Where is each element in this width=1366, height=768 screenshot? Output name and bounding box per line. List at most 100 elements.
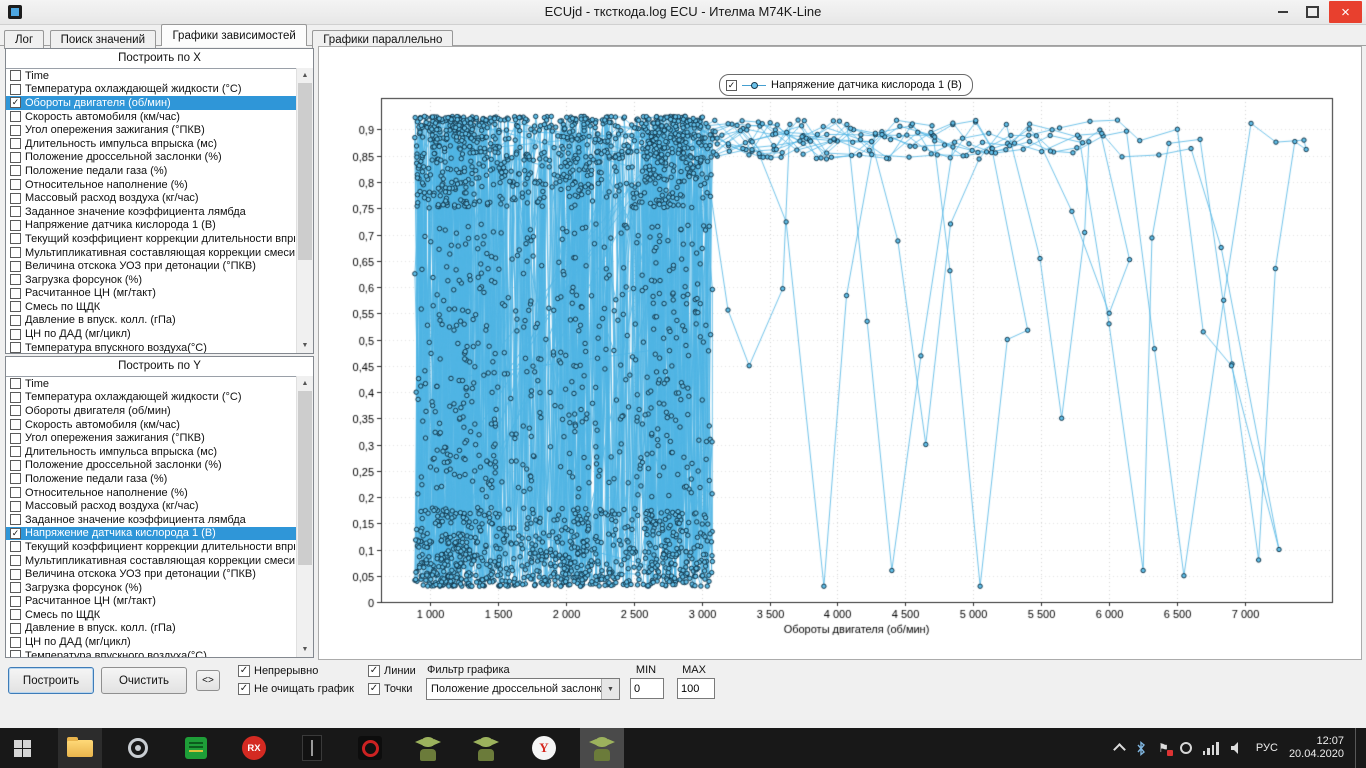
defender-flag-icon[interactable]: ⚑ <box>1158 742 1169 754</box>
build-button[interactable]: Построить <box>8 667 94 694</box>
param-row[interactable]: Температура охлаждающей жидкости (°C) <box>6 83 313 97</box>
clock[interactable]: 12:07 20.04.2020 <box>1289 735 1344 761</box>
network-signal-icon[interactable] <box>1203 741 1219 755</box>
param-row[interactable]: ✓Обороты двигателя (об/мин) <box>6 96 313 110</box>
checkbox-icon[interactable]: ✓ <box>368 683 380 695</box>
param-row[interactable]: Скорость автомобиля (км/час) <box>6 418 313 432</box>
param-row[interactable]: ЦН по ДАД (мг/цикл) <box>6 635 313 649</box>
param-row[interactable]: Заданное значение коэффициента лямбда <box>6 513 313 527</box>
param-checkbox[interactable] <box>10 193 21 204</box>
checkbox-icon[interactable]: ✓ <box>368 665 380 677</box>
y-list-scrollbar[interactable]: ▲ ▼ <box>296 376 313 657</box>
clear-button[interactable]: Очистить <box>101 667 187 694</box>
param-checkbox[interactable] <box>10 487 21 498</box>
scroll-thumb[interactable] <box>298 83 312 260</box>
param-row[interactable]: Текущий коэффициент коррекции длительнос… <box>6 540 313 554</box>
param-row[interactable]: Положение дроссельной заслонки (%) <box>6 459 313 473</box>
param-row[interactable]: ЦН по ДАД (мг/цикл) <box>6 327 313 341</box>
param-row[interactable]: Длительность импульса впрыска (мс) <box>6 445 313 459</box>
param-checkbox[interactable] <box>10 433 21 444</box>
chart-canvas[interactable] <box>319 47 1361 659</box>
taskbar-item-rx[interactable]: RX <box>232 728 276 768</box>
param-checkbox[interactable] <box>10 233 21 244</box>
bluetooth-icon[interactable] <box>1135 741 1147 756</box>
language-indicator[interactable]: РУС <box>1256 742 1278 754</box>
param-row[interactable]: Расчитанное ЦН (мг/такт) <box>6 595 313 609</box>
volume-icon[interactable] <box>1230 741 1245 755</box>
param-row[interactable]: Расчитанное ЦН (мг/такт) <box>6 287 313 301</box>
checkbox-lines[interactable]: ✓ Линии <box>368 665 416 677</box>
param-row[interactable]: Температура впускного воздуха(°C) <box>6 341 313 353</box>
param-checkbox[interactable] <box>10 582 21 593</box>
taskbar-item-explorer[interactable] <box>58 728 102 768</box>
param-checkbox[interactable] <box>10 650 21 657</box>
param-checkbox[interactable] <box>10 70 21 81</box>
sync-icon[interactable] <box>1180 742 1192 754</box>
param-checkbox[interactable] <box>10 623 21 634</box>
scroll-thumb[interactable] <box>298 391 312 565</box>
param-row[interactable]: Давление в впуск. колл. (гПа) <box>6 622 313 636</box>
param-row[interactable]: Смесь по ЩДК <box>6 300 313 314</box>
param-checkbox[interactable] <box>10 514 21 525</box>
taskbar-item-diag-green[interactable] <box>174 728 218 768</box>
param-checkbox[interactable] <box>10 473 21 484</box>
scroll-up-icon[interactable]: ▲ <box>297 68 313 83</box>
taskbar-item-yoda-active[interactable] <box>580 728 624 768</box>
param-checkbox[interactable] <box>10 288 21 299</box>
scroll-up-icon[interactable]: ▲ <box>297 376 313 391</box>
param-checkbox[interactable] <box>10 609 21 620</box>
param-checkbox[interactable] <box>10 125 21 136</box>
param-row[interactable]: Загрузка форсунок (%) <box>6 273 313 287</box>
min-input[interactable] <box>630 678 664 699</box>
param-row[interactable]: Температура впускного воздуха(°C) <box>6 649 313 657</box>
param-row[interactable]: Положение педали газа (%) <box>6 164 313 178</box>
expand-button[interactable]: <> <box>196 670 220 691</box>
param-checkbox[interactable] <box>10 342 21 353</box>
param-checkbox[interactable] <box>10 152 21 163</box>
checkbox-dont-clear-graph[interactable]: ✓ Не очищать график <box>238 683 354 695</box>
chevron-down-icon[interactable]: ▼ <box>601 679 619 699</box>
filter-dropdown[interactable]: Положение дроссельной заслонки ▼ <box>426 678 620 700</box>
param-row[interactable]: Загрузка форсунок (%) <box>6 581 313 595</box>
param-checkbox[interactable] <box>10 261 21 272</box>
param-checkbox[interactable] <box>10 220 21 231</box>
taskbar-item-yoda-2[interactable] <box>464 728 508 768</box>
param-checkbox[interactable] <box>10 206 21 217</box>
param-row[interactable]: Смесь по ЩДК <box>6 608 313 622</box>
param-checkbox[interactable] <box>10 378 21 389</box>
param-checkbox[interactable] <box>10 111 21 122</box>
scroll-down-icon[interactable]: ▼ <box>297 338 313 353</box>
checkbox-icon[interactable]: ✓ <box>238 665 250 677</box>
minimize-button[interactable] <box>1269 1 1296 23</box>
param-checkbox[interactable] <box>10 596 21 607</box>
show-desktop-button[interactable] <box>1355 728 1360 768</box>
param-checkbox[interactable] <box>10 329 21 340</box>
param-checkbox[interactable] <box>10 392 21 403</box>
taskbar-item-wheel[interactable] <box>116 728 160 768</box>
param-row[interactable]: Массовый расход воздуха (кг/час) <box>6 499 313 513</box>
max-input[interactable] <box>677 678 715 699</box>
param-checkbox[interactable] <box>10 446 21 457</box>
param-row[interactable]: Скорость автомобиля (км/час) <box>6 110 313 124</box>
taskbar-item-yoda-1[interactable] <box>406 728 450 768</box>
param-checkbox[interactable] <box>10 165 21 176</box>
param-row[interactable]: Напряжение датчика кислорода 1 (В) <box>6 219 313 233</box>
param-checkbox[interactable] <box>10 419 21 430</box>
param-checkbox[interactable] <box>10 555 21 566</box>
maximize-button[interactable] <box>1299 1 1326 23</box>
param-row[interactable]: Заданное значение коэффициента лямбда <box>6 205 313 219</box>
param-checkbox[interactable] <box>10 569 21 580</box>
param-row[interactable]: Обороты двигателя (об/мин) <box>6 404 313 418</box>
param-row[interactable]: Time <box>6 69 313 83</box>
chart-legend[interactable]: ✓ Напряжение датчика кислорода 1 (В) <box>719 74 973 96</box>
x-list-scrollbar[interactable]: ▲ ▼ <box>296 68 313 353</box>
param-checkbox[interactable]: ✓ <box>10 97 21 108</box>
tab-log[interactable]: Лог <box>4 30 44 49</box>
param-row[interactable]: ✓Напряжение датчика кислорода 1 (В) <box>6 527 313 541</box>
taskbar-item-start[interactable] <box>0 728 44 768</box>
tab-search-values[interactable]: Поиск значений <box>50 30 156 49</box>
param-checkbox[interactable]: ✓ <box>10 528 21 539</box>
taskbar-item-dark-tool[interactable] <box>290 728 334 768</box>
close-button[interactable]: × <box>1329 1 1362 23</box>
taskbar-item-yandex[interactable]: Y <box>522 728 566 768</box>
